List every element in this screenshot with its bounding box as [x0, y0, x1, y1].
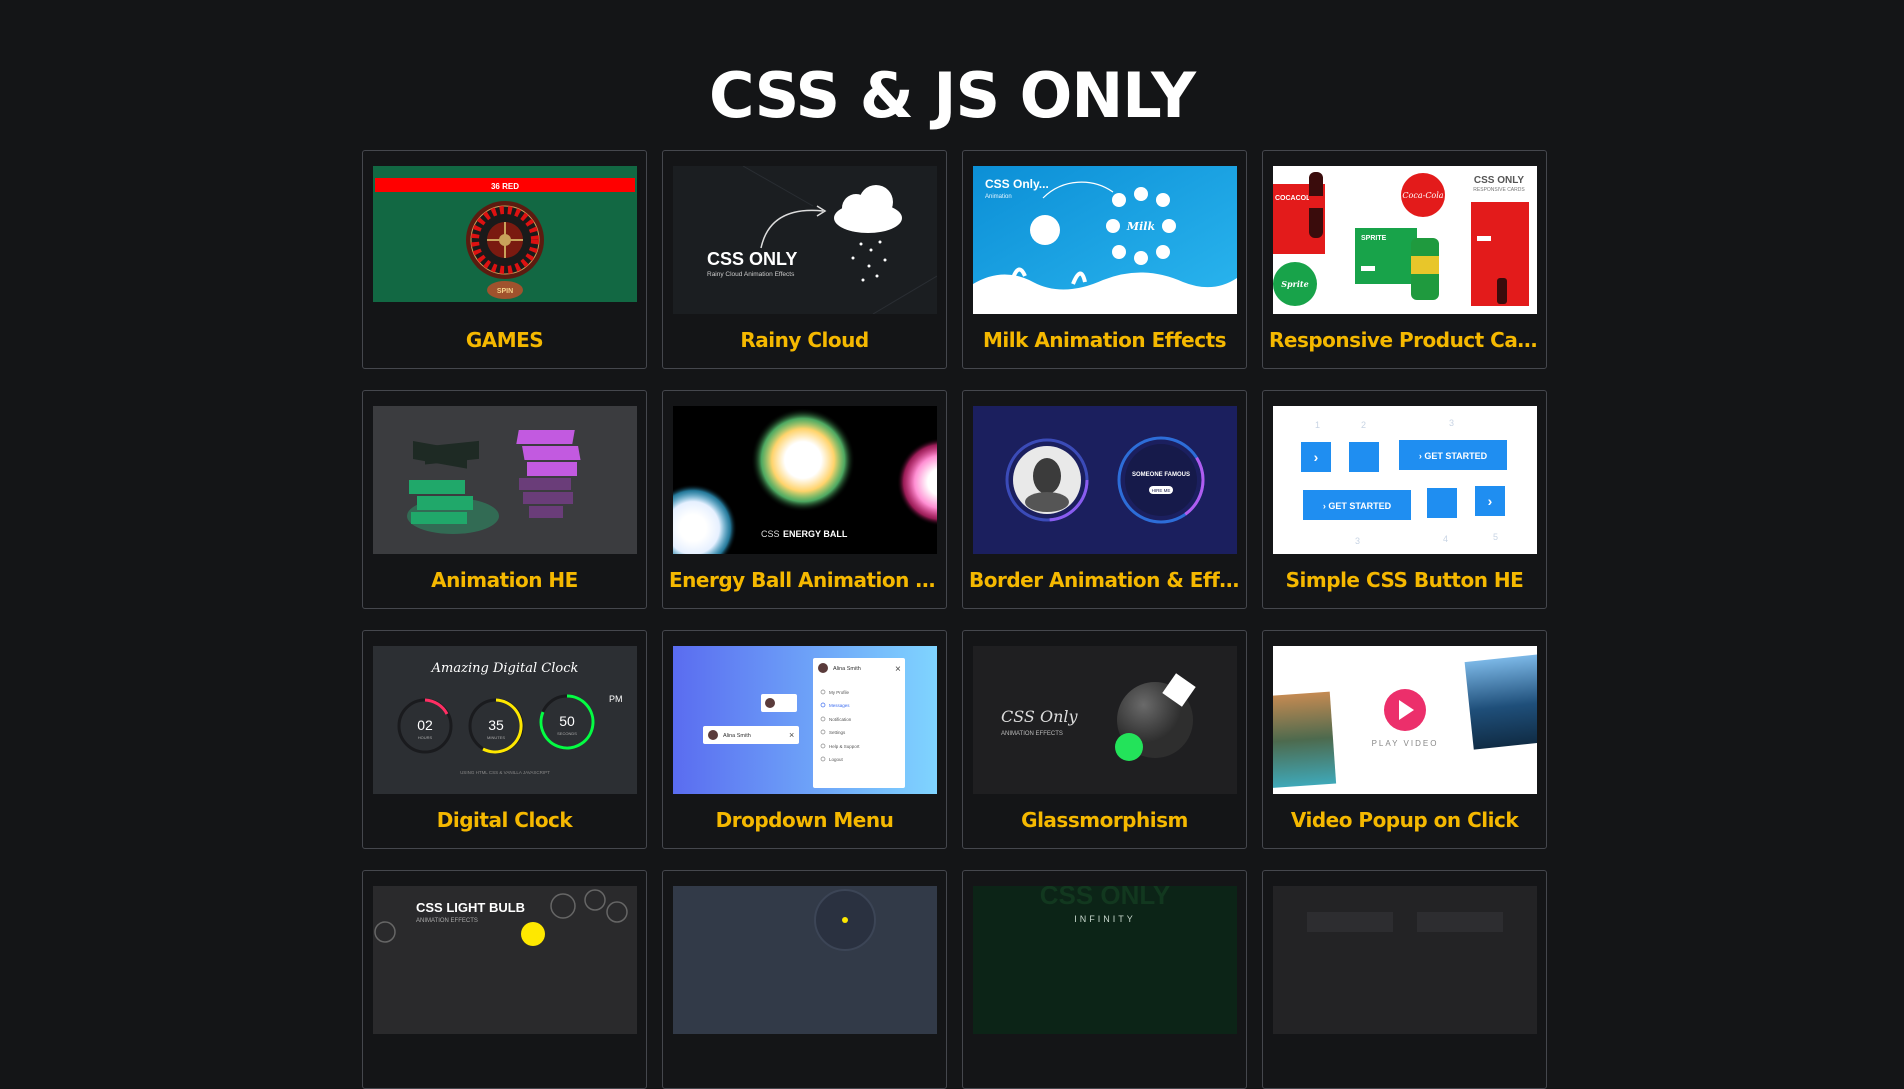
svg-text:CSS Only...: CSS Only... — [985, 177, 1049, 191]
svg-text:SPIN: SPIN — [497, 288, 513, 295]
product-card-thumbnail: COCACOLA Coca-Cola SPRITE Sprite CSS ONL… — [1273, 166, 1537, 314]
svg-text:35: 35 — [488, 717, 504, 733]
svg-text:HIRE ME: HIRE ME — [1152, 488, 1171, 493]
project-card-infinity[interactable]: CSS ONLY INFINITY — [962, 870, 1247, 1089]
svg-text:MINUTES: MINUTES — [487, 735, 505, 740]
project-card-energy-ball[interactable]: CSS ENERGY BALL Energy Ball Animation Ef… — [662, 390, 947, 609]
project-card-css-button[interactable]: 1 2 3 3 4 5 › › GET STARTED › GET STARTE… — [1262, 390, 1547, 609]
svg-text:Rainy Cloud Animation Effects: Rainy Cloud Animation Effects — [707, 271, 795, 278]
svg-text:ENERGY BALL: ENERGY BALL — [783, 529, 848, 539]
placeholder-thumbnail — [1273, 886, 1537, 1034]
svg-text:› GET STARTED: › GET STARTED — [1323, 501, 1392, 511]
svg-text:50: 50 — [559, 713, 575, 729]
svg-text:CSS ONLY: CSS ONLY — [1474, 175, 1525, 186]
project-card-games[interactable]: 36 RED SPIN GAMES — [362, 150, 647, 369]
svg-text:5: 5 — [1493, 532, 1498, 542]
video-popup-thumbnail: PLAY VIDEO — [1273, 646, 1537, 794]
light-bulb-thumbnail: CSS LIGHT BULB ANIMATION EFFECTS — [373, 886, 637, 1034]
project-card-rainy-cloud[interactable]: CSS ONLY Rainy Cloud Animation Effects R… — [662, 150, 947, 369]
card-title: Energy Ball Animation Effects — [669, 568, 946, 592]
svg-text:Help & Support: Help & Support — [829, 744, 860, 749]
card-title: Border Animation & Effects — [969, 568, 1246, 592]
project-card-glassmorphism[interactable]: CSS Only ANIMATION EFFECTS Glassmorphism — [962, 630, 1247, 849]
svg-text:02: 02 — [417, 717, 433, 733]
svg-text:RESPONSIVE CARDS: RESPONSIVE CARDS — [1473, 187, 1525, 193]
card-title: Dropdown Menu — [715, 808, 894, 832]
svg-text:Animation: Animation — [985, 194, 1012, 200]
svg-text:×: × — [895, 664, 901, 675]
svg-text:ANIMATION EFFECTS: ANIMATION EFFECTS — [1001, 731, 1063, 737]
energy-ball-thumbnail: CSS ENERGY BALL — [673, 406, 937, 554]
svg-text:1: 1 — [1315, 420, 1320, 430]
roulette-game-thumbnail: 36 RED SPIN — [373, 166, 637, 314]
glassmorphism-thumbnail: CSS Only ANIMATION EFFECTS — [973, 646, 1237, 794]
project-card-milk-animation[interactable]: CSS Only... Animation Milk Milk Animatio… — [962, 150, 1247, 369]
svg-text:Milk: Milk — [1126, 220, 1156, 233]
svg-text:›: › — [1488, 493, 1493, 509]
svg-text:Logout: Logout — [829, 757, 844, 762]
svg-text:×: × — [789, 730, 794, 740]
card-title: Milk Animation Effects — [982, 328, 1227, 352]
css-button-thumbnail: 1 2 3 3 4 5 › › GET STARTED › GET STARTE… — [1273, 406, 1537, 554]
svg-text:Alina Smith: Alina Smith — [833, 666, 861, 672]
svg-text:3: 3 — [1449, 418, 1454, 428]
svg-text:HOURS: HOURS — [418, 735, 433, 740]
project-card-video-popup[interactable]: PLAY VIDEO Video Popup on Click — [1262, 630, 1547, 849]
svg-text:Coca-Cola: Coca-Cola — [1402, 191, 1443, 200]
svg-text:Messages: Messages — [829, 703, 850, 708]
svg-text:CSS LIGHT BULB: CSS LIGHT BULB — [416, 900, 525, 915]
svg-text:36 RED: 36 RED — [491, 182, 519, 191]
project-card-digital-clock[interactable]: Amazing Digital Clock 02 HOURS 35 MINUTE… — [362, 630, 647, 849]
page-title: CSS & JS ONLY — [708, 59, 1196, 132]
card-title: Rainy Cloud — [740, 328, 869, 352]
dropdown-menu-thumbnail: Alina Smith × Alina Smith × My Profile M… — [673, 646, 937, 794]
svg-text:4: 4 — [1443, 534, 1448, 544]
animation-he-thumbnail — [373, 406, 637, 554]
project-card-border-animation[interactable]: SOMEONE FAMOUS HIRE ME Border Animation … — [962, 390, 1247, 609]
rainy-cloud-thumbnail: CSS ONLY Rainy Cloud Animation Effects — [673, 166, 937, 314]
project-grid: 36 RED SPIN GAMES CSS ONLY Rainy Cloud A… — [362, 150, 1547, 1089]
svg-text:ANIMATION EFFECTS: ANIMATION EFFECTS — [416, 918, 478, 924]
svg-text:Alina Smith: Alina Smith — [723, 733, 751, 739]
digital-clock-thumbnail: Amazing Digital Clock 02 HOURS 35 MINUTE… — [373, 646, 637, 794]
svg-text:USING HTML CSS & VANILLA JAVAS: USING HTML CSS & VANILLA JAVASCRIPT — [460, 770, 550, 775]
project-card-product-card[interactable]: COCACOLA Coca-Cola SPRITE Sprite CSS ONL… — [1262, 150, 1547, 369]
svg-text:CSS Only: CSS Only — [1001, 707, 1079, 726]
svg-text:3: 3 — [1355, 536, 1360, 546]
border-animation-thumbnail: SOMEONE FAMOUS HIRE ME — [973, 406, 1237, 554]
svg-text:CSS ONLY: CSS ONLY — [707, 249, 797, 269]
infinity-thumbnail: CSS ONLY INFINITY — [973, 886, 1237, 1034]
svg-text:Settings: Settings — [829, 730, 846, 735]
svg-text:Notification: Notification — [829, 717, 852, 722]
card-title: GAMES — [465, 328, 544, 352]
project-card-placeholder[interactable] — [1262, 870, 1547, 1089]
milk-animation-thumbnail: CSS Only... Animation Milk — [973, 166, 1237, 314]
project-card-analog-clock[interactable] — [662, 870, 947, 1089]
project-card-light-bulb[interactable]: CSS LIGHT BULB ANIMATION EFFECTS — [362, 870, 647, 1089]
svg-text:SPRITE: SPRITE — [1361, 235, 1387, 242]
project-card-animation-he[interactable]: Animation HE — [362, 390, 647, 609]
svg-text:Sprite: Sprite — [1281, 279, 1308, 289]
svg-text:My Profile: My Profile — [829, 690, 850, 695]
svg-text:CSS ONLY: CSS ONLY — [1040, 886, 1171, 910]
svg-text:›: › — [1314, 449, 1319, 465]
card-title: Digital Clock — [436, 808, 573, 832]
card-title: Glassmorphism — [1021, 808, 1188, 832]
svg-text:2: 2 — [1361, 420, 1366, 430]
svg-text:PM: PM — [609, 694, 623, 704]
svg-text:PLAY VIDEO: PLAY VIDEO — [1372, 739, 1439, 748]
analog-clock-thumbnail — [673, 886, 937, 1034]
svg-text:Amazing Digital Clock: Amazing Digital Clock — [431, 661, 579, 676]
card-title: Video Popup on Click — [1290, 808, 1519, 832]
svg-text:SOMEONE FAMOUS: SOMEONE FAMOUS — [1132, 472, 1190, 478]
card-title: Responsive Product Card — [1269, 328, 1541, 352]
svg-text:INFINITY: INFINITY — [1074, 914, 1136, 924]
card-title: Simple CSS Button HE — [1285, 568, 1524, 592]
svg-text:› GET STARTED: › GET STARTED — [1419, 451, 1488, 461]
card-title: Animation HE — [431, 568, 578, 592]
svg-text:SECONDS: SECONDS — [557, 731, 577, 736]
svg-text:CSS: CSS — [761, 529, 780, 539]
project-card-dropdown-menu[interactable]: Alina Smith × Alina Smith × My Profile M… — [662, 630, 947, 849]
